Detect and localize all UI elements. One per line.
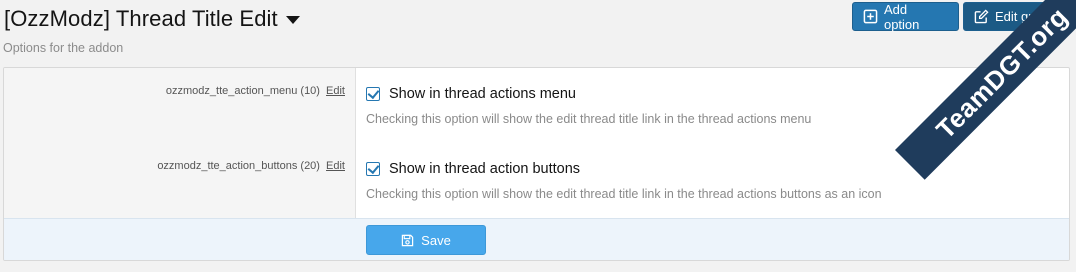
option-row: ozzmodz_tte_action_menu (10) Edit Show i… (4, 68, 1069, 143)
option-id: ozzmodz_tte_action_buttons (20) Edit (157, 160, 345, 172)
save-button[interactable]: Save (366, 225, 486, 255)
checkbox-label[interactable]: Show in thread action buttons (389, 161, 580, 177)
add-option-button[interactable]: Add option (852, 1, 959, 32)
page-title[interactable]: [OzzModz] Thread Title Edit (4, 6, 300, 32)
edit-group-label: Edit group (995, 9, 1055, 24)
page-subtitle: Options for the addon (3, 41, 124, 55)
checkbox-checked-icon[interactable] (366, 87, 380, 101)
add-option-label: Add option (883, 1, 920, 32)
save-label: Save (421, 232, 451, 248)
option-description: Checking this option will show the edit … (366, 187, 882, 201)
option-id: ozzmodz_tte_action_menu (10) Edit (166, 85, 345, 97)
option-edit-link[interactable]: Edit (326, 160, 345, 172)
page-title-text: [OzzModz] Thread Title Edit (4, 6, 278, 31)
edit-icon (974, 9, 989, 24)
option-edit-link[interactable]: Edit (326, 85, 345, 97)
checkbox-label[interactable]: Show in thread actions menu (389, 86, 576, 102)
option-description: Checking this option will show the edit … (366, 112, 812, 126)
option-row: ozzmodz_tte_action_buttons (20) Edit Sho… (4, 143, 1069, 218)
form-footer: Save (4, 218, 1069, 260)
plus-square-icon (863, 9, 878, 24)
option-id-text: ozzmodz_tte_action_buttons (20) (157, 160, 320, 172)
chevron-down-icon[interactable] (285, 16, 300, 24)
options-panel: ozzmodz_tte_action_menu (10) Edit Show i… (3, 67, 1070, 261)
option-id-text: ozzmodz_tte_action_menu (10) (165, 85, 320, 97)
save-icon (401, 234, 414, 246)
option-checkbox[interactable]: Show in thread action buttons (366, 161, 580, 177)
page-header: [OzzModz] Thread Title Edit Options for … (0, 0, 1076, 62)
edit-group-button[interactable]: Edit group (963, 2, 1071, 31)
checkbox-checked-icon[interactable] (366, 162, 380, 176)
option-checkbox[interactable]: Show in thread actions menu (366, 86, 576, 102)
